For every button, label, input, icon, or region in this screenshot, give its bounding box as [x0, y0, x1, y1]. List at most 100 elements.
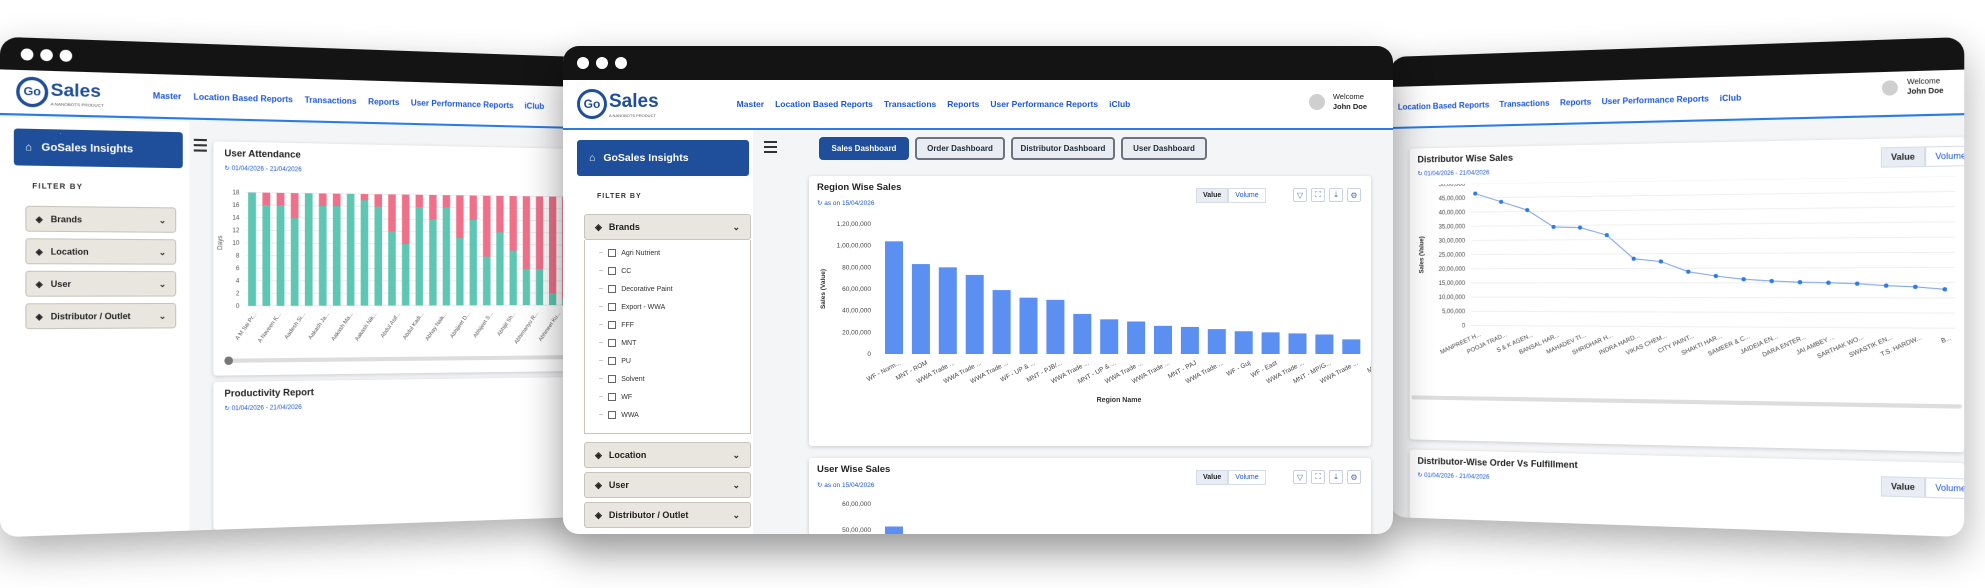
accordion-brands[interactable]: ◈ Brands ⌄ [25, 205, 177, 233]
user-welcome[interactable]: Welcome John Doe [1308, 92, 1367, 112]
accordion-location[interactable]: ◈ Location ⌄ [584, 442, 751, 468]
window-dot-icon [40, 48, 53, 61]
brand-option[interactable]: ┈ Solvent [599, 370, 750, 388]
brand-option[interactable]: ┈ WF [599, 388, 750, 406]
logo[interactable]: Go Sales A NANOBOTS PRODUCT [577, 89, 659, 119]
bar-present [290, 218, 299, 306]
data-point [1577, 225, 1583, 230]
volume-button[interactable]: Volume [1228, 470, 1266, 485]
checkbox[interactable] [608, 267, 617, 275]
accordion-location[interactable]: ◈ Location ⌄ [25, 238, 177, 265]
menu-location-reports[interactable]: Location Based Reports [775, 99, 873, 109]
filter-icon[interactable]: ▽ [1293, 188, 1307, 202]
menu-iclub[interactable]: iClub [524, 101, 544, 111]
download-icon[interactable]: ⤓ [1329, 188, 1343, 202]
menu-master[interactable]: Master [153, 91, 181, 101]
brand-option[interactable]: ┈ WWA [599, 406, 750, 424]
menu-transactions[interactable]: Transactions [884, 99, 936, 109]
x-tick-label: Abhay Naik... [425, 311, 449, 342]
value-button[interactable]: Value [1880, 146, 1926, 168]
y-tick-label: 16 [232, 202, 240, 209]
brand-option[interactable]: ┈ PU [599, 352, 750, 370]
brand-option[interactable]: ┈ CC [599, 262, 750, 280]
bar [1315, 334, 1334, 354]
chevron-down-icon: ⌄ [158, 279, 167, 289]
menu-user-performance[interactable]: User Performance Reports [990, 99, 1098, 109]
logo-subtitle: A NANOBOTS PRODUCT [50, 100, 104, 108]
checkbox[interactable] [608, 285, 617, 293]
brand-label: CC [621, 267, 632, 275]
data-point [1658, 259, 1664, 264]
bar [938, 267, 957, 354]
accordion-user[interactable]: ◈ User ⌄ [25, 270, 177, 297]
brand-option[interactable]: ┈ Export - WWA [599, 298, 750, 316]
checkbox[interactable] [608, 411, 617, 419]
menu-reports[interactable]: Reports [368, 97, 399, 107]
data-point [1769, 278, 1774, 284]
bar [1207, 329, 1226, 354]
bar-present [304, 193, 313, 306]
value-button[interactable]: Value [1196, 188, 1229, 203]
checkbox[interactable] [608, 339, 617, 347]
checkbox[interactable] [608, 303, 617, 311]
settings-icon[interactable]: ⚙ [1347, 470, 1361, 484]
expand-icon[interactable]: ⛶ [1311, 188, 1325, 202]
volume-button[interactable]: Volume [1228, 188, 1266, 203]
y-tick-label: 40,00,000 [1439, 210, 1466, 216]
expand-icon[interactable]: ⛶ [1311, 470, 1325, 484]
bar-absent [469, 195, 477, 220]
menu-icon[interactable] [193, 138, 207, 155]
x-tick-label: Abdul Asif... [380, 311, 402, 339]
brand-option[interactable]: ┈ FFF [599, 316, 750, 334]
accordion-user[interactable]: ◈ User ⌄ [584, 472, 751, 498]
menu-user-performance[interactable]: User Performance Reports [411, 98, 514, 110]
tab-user-dashboard[interactable]: User Dashboard [1121, 137, 1207, 160]
menu-icon[interactable] [764, 141, 777, 156]
menu-transactions[interactable]: Transactions [305, 95, 357, 106]
grid-line [1471, 207, 1955, 212]
menu-iclub[interactable]: iClub [1720, 93, 1742, 103]
brand-option[interactable]: ┈ Agri Nutrient [599, 244, 750, 262]
menu-iclub[interactable]: iClub [1109, 99, 1130, 109]
brand-label: Decorative Paint [621, 285, 673, 293]
download-icon[interactable]: ⤓ [1329, 470, 1343, 484]
checkbox[interactable] [608, 357, 617, 365]
brand-option[interactable]: ┈ Decorative Paint [599, 280, 750, 298]
menu-transactions[interactable]: Transactions [1499, 98, 1549, 109]
accordion-distributor[interactable]: ◈ Distributor / Outlet ⌄ [25, 302, 177, 330]
tab-order-dashboard[interactable]: Order Dashboard [915, 137, 1005, 160]
menu-location-reports[interactable]: Location Based Reports [193, 92, 292, 104]
bar-present [346, 193, 355, 306]
accordion-distributor[interactable]: ◈ Distributor / Outlet ⌄ [584, 502, 751, 528]
value-button[interactable]: Value [1880, 476, 1926, 498]
logo[interactable]: Go Sales A NANOBOTS PRODUCT [16, 76, 104, 109]
menu-master[interactable]: Master [737, 99, 764, 109]
region-sales-card: Region Wise Sales ↻ as on 15/04/2026 Val… [809, 176, 1371, 446]
tab-distributor-dashboard[interactable]: Distributor Dashboard [1011, 137, 1115, 160]
layers-icon: ◈ [595, 221, 602, 232]
sidebar-header[interactable]: ⌂ GoSales Insights [13, 128, 183, 169]
checkbox[interactable] [608, 393, 617, 401]
checkbox[interactable] [608, 375, 617, 383]
menu-reports[interactable]: Reports [947, 99, 979, 109]
volume-button[interactable]: Volume [1925, 145, 1965, 167]
bar-present [248, 192, 256, 306]
volume-button[interactable]: Volume [1925, 477, 1965, 500]
user-welcome[interactable]: Welcome John Doe [1882, 77, 1944, 98]
logo-subtitle: A NANOBOTS PRODUCT [609, 112, 656, 118]
filter-icon[interactable]: ▽ [1293, 470, 1307, 484]
menu-reports[interactable]: Reports [1560, 97, 1591, 107]
checkbox[interactable] [608, 249, 617, 257]
value-button[interactable]: Value [1196, 470, 1229, 485]
checkbox[interactable] [608, 321, 617, 329]
settings-icon[interactable]: ⚙ [1347, 188, 1361, 202]
bar-present [482, 256, 491, 306]
y-tick-label: 60,00,000 [842, 501, 871, 508]
sidebar-header[interactable]: ⌂ GoSales Insights [577, 140, 749, 176]
menu-location-reports[interactable]: Location Based Reports [1398, 100, 1489, 112]
brand-option[interactable]: ┈ MNT [599, 334, 750, 352]
accordion-brands[interactable]: ◈ Brands ⌄ [584, 214, 751, 240]
menu-user-performance[interactable]: User Performance Reports [1602, 94, 1709, 106]
tab-sales-dashboard[interactable]: Sales Dashboard [819, 137, 909, 160]
chevron-down-icon: ⌄ [158, 247, 167, 257]
